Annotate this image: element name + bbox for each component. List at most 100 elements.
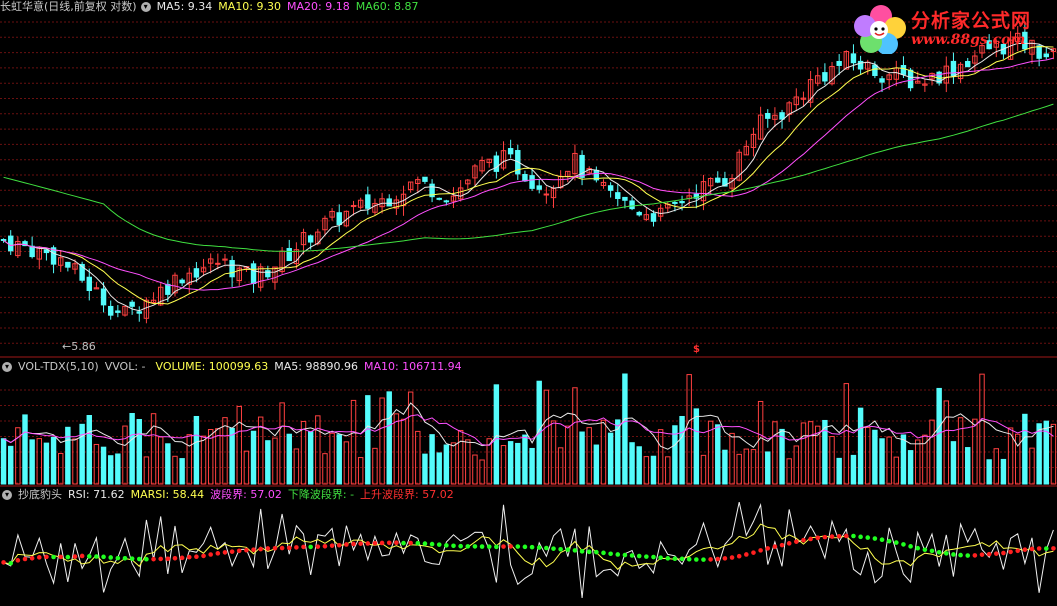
candle-body xyxy=(193,268,200,278)
band-dot xyxy=(993,551,999,556)
chevron-down-icon[interactable]: ▾ xyxy=(2,362,12,372)
band-dot xyxy=(122,555,128,561)
volume-bar xyxy=(522,434,528,485)
band-dot xyxy=(979,552,985,557)
volume-bar xyxy=(372,447,378,485)
band-dot xyxy=(765,546,771,551)
flower-logo-icon xyxy=(854,5,906,54)
candle-body xyxy=(850,53,857,64)
stock-chart-window: 长虹华意(日线,前复权 对数) ▾ MA5: 9.34 MA10: 9.30 MA20:… xyxy=(0,0,1057,606)
volume-bar xyxy=(700,454,707,485)
volume-bar xyxy=(29,439,35,485)
band-dot xyxy=(794,539,799,544)
volume-bar xyxy=(300,420,307,485)
volume-bar xyxy=(422,453,428,485)
volume-bar xyxy=(479,459,485,485)
candle-body xyxy=(100,288,107,306)
candle-body xyxy=(422,176,428,182)
band-dot xyxy=(415,540,421,546)
volume-bar xyxy=(836,457,842,485)
volume-bar xyxy=(200,435,207,485)
volume-bar xyxy=(179,458,185,485)
candle-body xyxy=(629,200,635,210)
band-dot xyxy=(108,555,113,560)
band-dot xyxy=(244,547,249,553)
chart-canvas[interactable] xyxy=(0,0,1057,606)
band-dot xyxy=(922,547,928,553)
band-dot xyxy=(401,540,406,546)
band-dot xyxy=(879,537,885,542)
candle-body xyxy=(107,305,114,316)
volume-bar xyxy=(736,453,742,485)
band-dot xyxy=(901,542,906,547)
band-dot xyxy=(529,544,535,550)
band-dot xyxy=(865,535,871,540)
volume-bar xyxy=(650,455,657,485)
band-dot xyxy=(422,541,428,546)
band-dot xyxy=(715,556,721,562)
candle-body xyxy=(879,78,885,83)
candle-body xyxy=(965,61,971,68)
candle-body xyxy=(672,201,678,204)
volume-bar xyxy=(1022,413,1028,485)
band-dot xyxy=(965,553,971,558)
band-dot xyxy=(1036,546,1042,551)
down-band-readout: 下降波段界: - xyxy=(287,488,355,501)
volume-bar xyxy=(193,415,200,485)
rsi-readout: RSI: 71.62 xyxy=(68,488,125,501)
band-dot xyxy=(951,552,956,557)
volume-bar xyxy=(93,443,100,485)
chevron-down-icon[interactable]: ▾ xyxy=(2,490,12,500)
volume-bar xyxy=(893,456,900,485)
band-dot xyxy=(929,548,935,554)
volume-bar xyxy=(900,434,907,485)
candle-body xyxy=(215,262,221,265)
volume-bar xyxy=(1036,423,1042,485)
volume-bar xyxy=(122,425,128,485)
volume-bar xyxy=(850,454,857,485)
candle-body xyxy=(615,192,621,199)
volume-bar xyxy=(886,436,892,485)
vol-ma5-readout: MA5: 98890.96 xyxy=(274,360,358,373)
candle-body xyxy=(1043,53,1050,58)
volume-bar xyxy=(0,438,7,485)
band-dot xyxy=(336,542,342,548)
volume-bar xyxy=(7,445,14,485)
band-dot xyxy=(736,553,742,559)
up-band-readout: 上升波段界: 57.02 xyxy=(360,488,454,501)
volume-bar xyxy=(100,446,107,485)
site-logo: 分析家公式网 www.88gs.com xyxy=(851,2,1051,54)
band-dot xyxy=(808,536,813,542)
volume-header: ▾ VOL-TDX(5,10) VVOL: - VOLUME: 100099.63 MA… xyxy=(0,360,468,374)
volume-bar xyxy=(429,434,435,485)
ma60-readout: MA60: 8.87 xyxy=(355,0,419,13)
candle-body xyxy=(536,185,542,190)
band-dot xyxy=(51,554,56,560)
volume-bar xyxy=(336,434,342,485)
candle-body xyxy=(822,72,828,82)
volume-bar xyxy=(57,452,64,485)
chevron-down-icon[interactable]: ▾ xyxy=(140,2,151,12)
volume-bar xyxy=(750,449,757,485)
candle-body xyxy=(250,263,257,285)
band-dot xyxy=(458,543,463,549)
volume-bar xyxy=(693,408,700,485)
volume-bar xyxy=(1050,423,1057,485)
volume-bar xyxy=(907,450,914,485)
volume-bar xyxy=(786,458,792,485)
band-dot xyxy=(229,549,235,554)
band-dot xyxy=(15,558,21,563)
candle-body xyxy=(443,200,450,203)
band-dot xyxy=(936,549,942,555)
candle-body xyxy=(650,213,657,222)
band-dot xyxy=(165,556,171,562)
candle-body xyxy=(229,260,235,278)
band-dot xyxy=(494,544,499,550)
band-dot xyxy=(186,554,192,560)
band-dot xyxy=(908,544,913,549)
band-dot xyxy=(1001,550,1006,556)
volume-bar xyxy=(229,427,235,485)
band-dot xyxy=(551,546,556,551)
volume-bar xyxy=(543,389,550,485)
band-dot xyxy=(565,547,571,552)
